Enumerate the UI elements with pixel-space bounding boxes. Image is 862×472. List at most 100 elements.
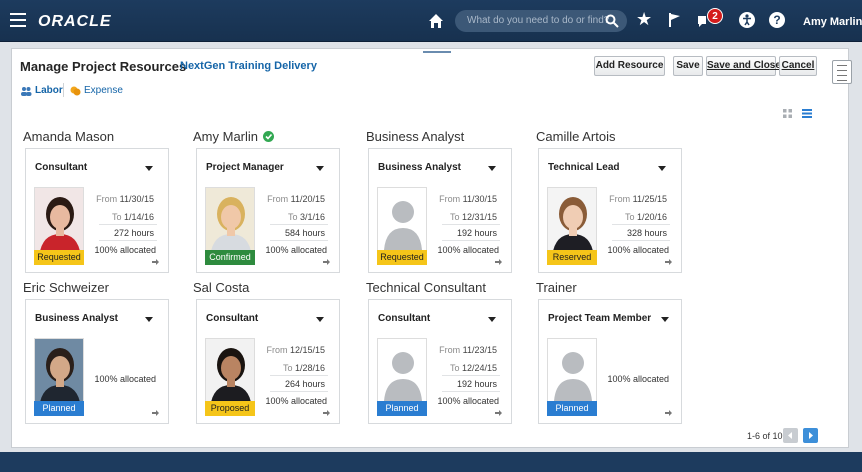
cancel-label: Cancel (781, 60, 815, 71)
from-label: From (266, 345, 290, 355)
resource-photo (377, 338, 427, 408)
resource-name: Eric Schweizer (23, 280, 109, 295)
from-label: From (439, 345, 463, 355)
hours-value: 192 hours (456, 228, 497, 238)
hours-value: 272 hours (113, 228, 154, 238)
to-label: To (624, 212, 637, 222)
status-badge: Planned (547, 401, 597, 416)
resource-card[interactable]: Business Analyst Requested From 11/30/15 To… (368, 148, 512, 273)
hours-value: 192 hours (456, 379, 497, 389)
resource-name: Technical Consultant (366, 280, 486, 295)
labor-filter[interactable]: Labor (20, 85, 63, 96)
role-dropdown-icon[interactable] (661, 317, 669, 322)
resource-card[interactable]: Project Team Member Planned 100% allocated (538, 299, 682, 424)
project-name-link[interactable]: NextGen Training Delivery (180, 60, 317, 72)
grid-view-icon[interactable] (783, 109, 792, 118)
save-and-close-button[interactable]: Save and Close (706, 56, 781, 76)
resource-name-text: Eric Schweizer (23, 280, 109, 295)
arrow-right-icon[interactable] (152, 410, 159, 416)
role-label: Consultant (206, 313, 259, 324)
flag-icon[interactable] (668, 12, 682, 28)
save-button[interactable]: Save (673, 56, 703, 76)
role-dropdown-icon[interactable] (316, 166, 324, 171)
hours-value: 584 hours (284, 228, 325, 238)
from-value: 11/25/15 (632, 194, 667, 204)
from-date: From 11/30/15 (96, 194, 154, 204)
resource-card[interactable]: Consultant Planned From 11/23/15 To 12/24/1… (368, 299, 512, 424)
role-dropdown-icon[interactable] (145, 166, 153, 171)
panel-tab-indicator (423, 51, 451, 53)
resource-name: Business Analyst (366, 129, 464, 144)
arrow-right-icon[interactable] (665, 259, 672, 265)
resource-card[interactable]: Consultant Requested From 11/30/15 To 1/14/… (25, 148, 169, 273)
role-dropdown-icon[interactable] (488, 166, 496, 171)
from-date: From 11/30/15 (439, 194, 497, 204)
resource-photo (205, 338, 255, 408)
panel-drawer-icon[interactable] (832, 60, 852, 84)
role-dropdown-icon[interactable] (488, 317, 496, 322)
to-label: To (111, 212, 124, 222)
resource-photo (34, 187, 84, 257)
role-label: Project Manager (206, 162, 284, 173)
role-label: Project Team Member (548, 313, 652, 324)
hours-value: 264 hours (284, 379, 325, 389)
from-value: 12/15/15 (289, 345, 325, 355)
arrow-right-icon[interactable] (495, 410, 502, 416)
search-input[interactable]: What do you need to do or find? (467, 15, 609, 26)
from-date: From 12/15/15 (266, 345, 325, 355)
labor-label: Labor (35, 85, 63, 96)
resource-name: Camille Artois (536, 129, 615, 144)
role-dropdown-icon[interactable] (145, 317, 153, 322)
help-icon[interactable]: ? (769, 12, 785, 28)
resource-card[interactable]: Consultant Proposed From 12/15/15 To 1/28/1… (196, 299, 340, 424)
allocation-value: 100% allocated (265, 396, 327, 406)
resource-card[interactable]: Technical Lead Reserved From 11/25/15 To 1/… (538, 148, 682, 273)
to-label: To (449, 212, 462, 222)
resource-name: Amy Marlin (193, 129, 275, 144)
user-menu[interactable]: Amy Marlin ▾ (803, 15, 862, 28)
status-badge: Planned (377, 401, 427, 416)
menu-icon[interactable] (10, 13, 26, 27)
global-header: ORACLE What do you need to do or find? ★… (0, 0, 862, 42)
list-view-icon[interactable] (802, 109, 812, 118)
cancel-button[interactable]: Cancel (779, 56, 817, 76)
search-icon[interactable] (605, 14, 619, 28)
divider (442, 391, 500, 392)
arrow-right-icon[interactable] (323, 410, 330, 416)
status-badge: Requested (377, 250, 427, 265)
allocation-value: 100% allocated (437, 396, 499, 406)
status-badge: Planned (34, 401, 84, 416)
from-date: From 11/23/15 (439, 345, 497, 355)
arrow-right-icon[interactable] (495, 259, 502, 265)
favorites-star-icon[interactable]: ★ (636, 10, 652, 28)
allocation-value: 100% allocated (607, 245, 669, 255)
resource-name-text: Sal Costa (193, 280, 250, 295)
resource-card[interactable]: Project Manager Confirmed From 11/20/15 To … (196, 148, 340, 273)
role-label: Consultant (35, 162, 88, 173)
to-value: 1/14/16 (123, 212, 154, 222)
next-page-button[interactable] (803, 428, 818, 443)
divider (612, 224, 670, 225)
role-dropdown-icon[interactable] (316, 317, 324, 322)
oracle-logo[interactable]: ORACLE (38, 13, 112, 31)
resource-card[interactable]: Business Analyst Planned 100% allocated (25, 299, 169, 424)
arrow-right-icon[interactable] (665, 410, 672, 416)
search-bar[interactable]: What do you need to do or find? (455, 10, 627, 32)
notification-badge[interactable]: 2 (707, 8, 723, 24)
home-icon[interactable] (428, 13, 444, 29)
add-resource-button[interactable]: Add Resource (594, 56, 665, 76)
to-value: 3/1/16 (299, 212, 325, 222)
status-badge: Confirmed (205, 250, 255, 265)
previous-page-button[interactable] (783, 428, 798, 443)
status-badge: Proposed (205, 401, 255, 416)
resource-photo (547, 187, 597, 257)
expense-filter[interactable]: Expense (70, 85, 123, 96)
coins-icon (70, 86, 81, 95)
divider (270, 375, 328, 376)
role-dropdown-icon[interactable] (658, 166, 666, 171)
arrow-right-icon[interactable] (323, 259, 330, 265)
role-label: Technical Lead (548, 162, 620, 173)
accessibility-icon[interactable] (739, 12, 755, 28)
arrow-right-icon[interactable] (152, 259, 159, 265)
resource-name-text: Business Analyst (366, 129, 465, 144)
